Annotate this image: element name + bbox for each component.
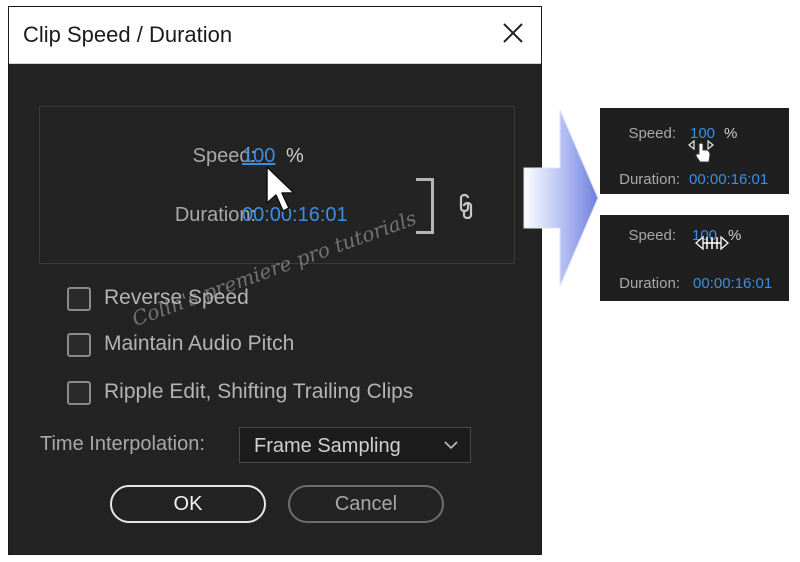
- speed-scrub-inset-hover: Speed: 100 % Duration: 00:00:16:01: [600, 108, 789, 194]
- reverse-speed-checkbox[interactable]: [67, 287, 91, 311]
- inset-speed-unit: %: [728, 227, 742, 244]
- speed-label: Speed:: [192, 145, 256, 167]
- chevron-down-icon: [444, 441, 458, 450]
- ripple-edit-label: Ripple Edit, Shifting Trailing Clips: [104, 380, 414, 403]
- horizontal-scrub-icon: [695, 235, 729, 251]
- close-icon: [503, 23, 523, 43]
- inset-duration-value[interactable]: 00:00:16:01: [693, 275, 772, 292]
- time-interpolation-select[interactable]: Frame Sampling: [239, 427, 471, 463]
- maintain-audio-pitch-checkbox[interactable]: [67, 333, 91, 357]
- inset-duration-label: Duration:: [619, 171, 680, 188]
- dialog-title: Clip Speed / Duration: [23, 22, 233, 47]
- reverse-speed-label: Reverse Speed: [104, 286, 249, 309]
- clip-speed-dialog: Clip Speed / Duration Speed: 100 % Durat…: [8, 6, 542, 555]
- speed-scrub-inset-drag: Speed: 100 % Duration: 00:00:16:01: [600, 215, 789, 301]
- inset-speed-unit: %: [724, 125, 738, 142]
- link-bracket: [416, 178, 434, 234]
- hand-pointer-icon: [688, 139, 714, 163]
- ripple-edit-checkbox[interactable]: [67, 381, 91, 405]
- time-interpolation-label: Time Interpolation:: [40, 433, 205, 455]
- ok-button[interactable]: OK: [110, 485, 266, 523]
- time-interpolation-value: Frame Sampling: [254, 435, 401, 457]
- duration-label: Duration:: [174, 204, 256, 226]
- arrow-cursor-icon: [266, 166, 295, 212]
- title-bar: Clip Speed / Duration: [9, 7, 541, 64]
- arrow-right-icon: [523, 109, 599, 287]
- close-button[interactable]: [499, 19, 527, 47]
- maintain-audio-pitch-label: Maintain Audio Pitch: [104, 332, 295, 355]
- chain-link-icon[interactable]: [458, 193, 474, 221]
- inset-speed-label: Speed:: [628, 125, 676, 142]
- cancel-button[interactable]: Cancel: [288, 485, 444, 523]
- inset-duration-label: Duration:: [619, 275, 680, 292]
- inset-speed-label: Speed:: [628, 227, 676, 244]
- inset-duration-value[interactable]: 00:00:16:01: [689, 171, 768, 188]
